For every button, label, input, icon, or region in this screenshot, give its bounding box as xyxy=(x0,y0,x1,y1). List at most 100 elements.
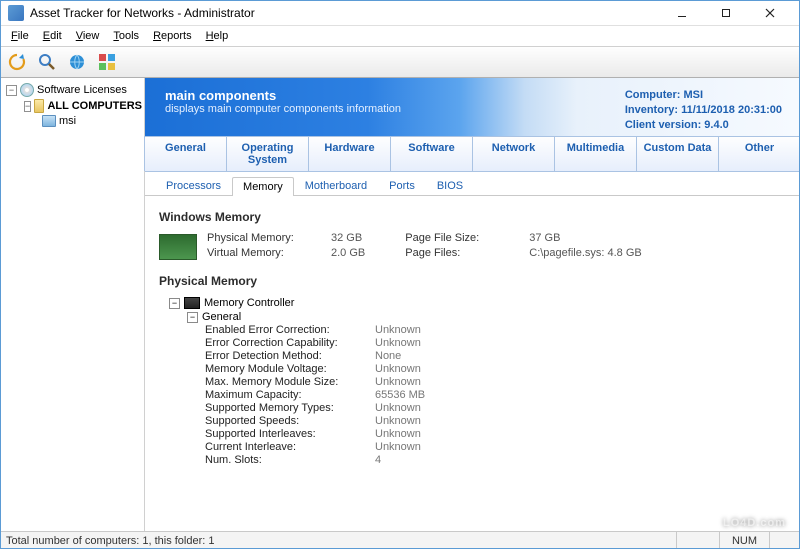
prop-k-1: Error Correction Capability: xyxy=(205,337,375,349)
band-inventory-value: 11/11/2018 20:31:00 xyxy=(681,104,782,116)
tree-toggle-root[interactable]: − xyxy=(6,85,17,96)
tree-root-row: − Software Licenses xyxy=(2,82,142,98)
tab-general[interactable]: General xyxy=(144,136,227,171)
tab-other[interactable]: Other xyxy=(718,136,800,171)
prop-k-7: Supported Speeds: xyxy=(205,415,375,427)
tree-label-msi: msi xyxy=(59,115,76,127)
prop-v-4: Unknown xyxy=(375,376,786,388)
prop-v-2: None xyxy=(375,350,786,362)
prop-k-2: Error Detection Method: xyxy=(205,350,375,362)
sidebar-tree[interactable]: − Software Licenses − ALL COMPUTERS msi xyxy=(0,78,145,531)
phys-mem-value: 32 GB xyxy=(331,232,365,245)
prop-v-0: Unknown xyxy=(375,324,786,336)
toolbar-refresh-button[interactable] xyxy=(4,49,30,75)
computer-icon xyxy=(42,115,56,127)
tab-custom-data[interactable]: Custom Data xyxy=(636,136,719,171)
title-bar: Asset Tracker for Networks - Administrat… xyxy=(0,0,800,26)
tab-hardware[interactable]: Hardware xyxy=(308,136,391,171)
toolbar-globe-button[interactable] xyxy=(64,49,90,75)
maximize-button[interactable] xyxy=(704,0,748,26)
pagefiles-value: C:\pagefile.sys: 4.8 GB xyxy=(529,247,642,260)
menu-file[interactable]: File xyxy=(4,28,36,44)
tree-toggle-all[interactable]: − xyxy=(24,101,31,112)
band-client-label: Client version: xyxy=(625,119,704,131)
tree-label-licenses[interactable]: Software Licenses xyxy=(37,84,127,96)
section-physical-memory: Physical Memory xyxy=(159,274,786,288)
band-computer-label: Computer: xyxy=(625,89,684,101)
prop-k-0: Enabled Error Correction: xyxy=(205,324,375,336)
content-area: main components displays main computer c… xyxy=(145,78,800,531)
close-button[interactable] xyxy=(748,0,792,26)
phys-mem-label: Physical Memory: xyxy=(207,232,327,245)
subtab-bios[interactable]: BIOS xyxy=(426,176,474,195)
window-title: Asset Tracker for Networks - Administrat… xyxy=(30,6,660,20)
menu-tools[interactable]: Tools xyxy=(106,28,146,44)
pagefilesize-value: 37 GB xyxy=(529,232,642,245)
band-title: main components xyxy=(165,88,625,103)
status-grip xyxy=(769,532,794,549)
prop-v-10: 4 xyxy=(375,454,786,466)
memory-card-icon xyxy=(159,234,197,260)
prop-k-3: Memory Module Voltage: xyxy=(205,363,375,375)
pagefiles-label: Page Files: xyxy=(405,247,525,260)
band-inventory-label: Inventory: xyxy=(625,104,681,116)
virt-mem-label: Virtual Memory: xyxy=(207,247,327,260)
tree-label-allcomputers[interactable]: ALL COMPUTERS xyxy=(47,100,142,112)
toolbar xyxy=(0,46,800,78)
toolbar-modules-button[interactable] xyxy=(94,49,120,75)
tree-toggle-general[interactable]: − xyxy=(187,312,198,323)
section-windows-memory: Windows Memory xyxy=(159,210,786,224)
virt-mem-value: 2.0 GB xyxy=(331,247,365,260)
tab-multimedia[interactable]: Multimedia xyxy=(554,136,637,171)
status-bar: Total number of computers: 1, this folde… xyxy=(0,531,800,549)
prop-v-8: Unknown xyxy=(375,428,786,440)
band-info: Computer: MSI Inventory: 11/11/2018 20:3… xyxy=(625,88,788,133)
prop-v-1: Unknown xyxy=(375,337,786,349)
menu-reports[interactable]: Reports xyxy=(146,28,199,44)
prop-k-6: Supported Memory Types: xyxy=(205,402,375,414)
prop-k-8: Supported Interleaves: xyxy=(205,428,375,440)
node-memory-controller[interactable]: Memory Controller xyxy=(204,297,294,309)
prop-v-5: 65536 MB xyxy=(375,389,786,401)
menu-bar: File Edit View Tools Reports Help xyxy=(0,26,800,46)
main-tabs: General Operating System Hardware Softwa… xyxy=(145,136,800,172)
tab-network[interactable]: Network xyxy=(472,136,555,171)
minimize-button[interactable] xyxy=(660,0,704,26)
prop-v-6: Unknown xyxy=(375,402,786,414)
sub-tabs: Processors Memory Motherboard Ports BIOS xyxy=(145,172,800,196)
prop-v-3: Unknown xyxy=(375,363,786,375)
chip-icon xyxy=(184,297,200,309)
pagefilesize-label: Page File Size: xyxy=(405,232,525,245)
subtab-processors[interactable]: Processors xyxy=(155,176,232,195)
prop-k-4: Max. Memory Module Size: xyxy=(205,376,375,388)
band-client-value: 9.4.0 xyxy=(704,119,728,131)
prop-k-10: Num. Slots: xyxy=(205,454,375,466)
tab-software[interactable]: Software xyxy=(390,136,473,171)
menu-view[interactable]: View xyxy=(69,28,107,44)
toolbar-search-button[interactable] xyxy=(34,49,60,75)
prop-k-9: Current Interleave: xyxy=(205,441,375,453)
tab-os[interactable]: Operating System xyxy=(226,136,309,171)
status-empty-cell xyxy=(676,532,719,549)
subtab-ports[interactable]: Ports xyxy=(378,176,426,195)
status-num-indicator: NUM xyxy=(719,532,769,549)
node-general[interactable]: General xyxy=(202,311,241,323)
folder-icon xyxy=(34,99,44,113)
cd-icon xyxy=(20,83,34,97)
band-subtitle: displays main computer components inform… xyxy=(165,103,625,115)
menu-edit[interactable]: Edit xyxy=(36,28,69,44)
header-band: main components displays main computer c… xyxy=(145,78,800,136)
subtab-memory[interactable]: Memory xyxy=(232,177,294,196)
status-text: Total number of computers: 1, this folde… xyxy=(6,535,215,547)
menu-help[interactable]: Help xyxy=(199,28,236,44)
tree-toggle-controller[interactable]: − xyxy=(169,298,180,309)
memory-props-grid: Enabled Error Correction:Unknown Error C… xyxy=(205,324,786,466)
prop-v-7: Unknown xyxy=(375,415,786,427)
detail-panel[interactable]: Windows Memory Physical Memory: 32 GB Vi… xyxy=(145,196,800,531)
prop-v-9: Unknown xyxy=(375,441,786,453)
prop-k-5: Maximum Capacity: xyxy=(205,389,375,401)
tree-node-msi[interactable]: msi xyxy=(2,114,142,128)
tree-all-computers-row: − ALL COMPUTERS xyxy=(2,98,142,114)
band-computer-value: MSI xyxy=(684,89,704,101)
subtab-motherboard[interactable]: Motherboard xyxy=(294,176,378,195)
